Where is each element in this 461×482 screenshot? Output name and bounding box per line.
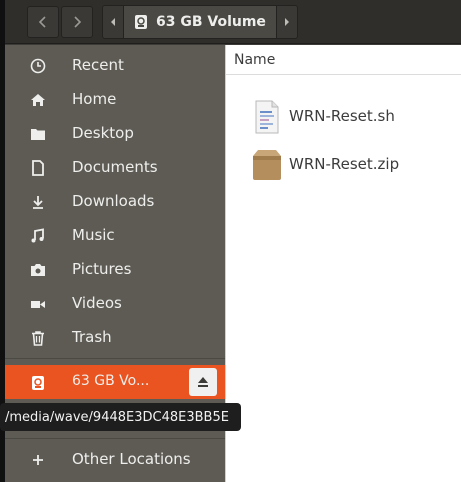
volume-path-tooltip: /media/wave/9448E3DC48E3BB5E xyxy=(0,403,241,431)
sidebar-item-label: Pictures xyxy=(72,260,132,278)
sidebar-item-home[interactable]: Home xyxy=(5,82,225,116)
file-name: WRN-Reset.zip xyxy=(289,155,400,173)
path-crumb-label: 63 GB Volume xyxy=(156,14,266,30)
music-icon xyxy=(29,227,47,245)
download-icon xyxy=(29,193,47,211)
sidebar-item-label: Home xyxy=(72,90,117,108)
plus-icon xyxy=(29,451,47,469)
path-bar: 63 GB Volume xyxy=(102,5,298,39)
camera-icon xyxy=(29,261,47,279)
sidebar-item-label: Videos xyxy=(72,294,122,312)
folder-icon xyxy=(29,125,47,143)
sidebar-item-label: Downloads xyxy=(72,192,155,210)
eject-icon xyxy=(198,377,208,387)
file-row[interactable]: WRN-Reset.zip xyxy=(226,143,461,187)
script-file-icon xyxy=(250,99,284,135)
back-button[interactable] xyxy=(27,6,59,38)
column-header-name[interactable]: Name xyxy=(226,45,461,75)
sidebar-item-label: Recent xyxy=(72,56,124,74)
chevron-left-icon xyxy=(38,16,46,28)
sidebar-item-recent[interactable]: Recent xyxy=(5,48,225,82)
clock-icon xyxy=(29,57,47,75)
triangle-left-icon xyxy=(111,18,115,26)
file-list: Name WRN-Reset.sh WRN-Reset.zip xyxy=(225,45,461,482)
file-name: WRN-Reset.sh xyxy=(289,107,395,125)
sidebar-separator xyxy=(5,358,225,359)
path-scroll-right-button[interactable] xyxy=(276,5,298,39)
sidebar-item-pictures[interactable]: Pictures xyxy=(5,252,225,286)
trash-icon xyxy=(29,329,47,347)
sidebar-item-volume[interactable]: 63 GB Vo... xyxy=(5,365,225,399)
sidebar-item-desktop[interactable]: Desktop xyxy=(5,116,225,150)
sidebar-item-label: Documents xyxy=(72,158,158,176)
sidebar-item-label: Other Locations xyxy=(72,450,191,468)
video-icon xyxy=(29,295,47,313)
sidebar-item-videos[interactable]: Videos xyxy=(5,286,225,320)
forward-button[interactable] xyxy=(61,6,93,38)
document-icon xyxy=(29,159,47,177)
chevron-right-icon xyxy=(74,16,82,28)
sidebar-item-music[interactable]: Music xyxy=(5,218,225,252)
path-scroll-left-button[interactable] xyxy=(102,5,124,39)
sidebar-item-downloads[interactable]: Downloads xyxy=(5,184,225,218)
triangle-right-icon xyxy=(285,18,289,26)
path-crumb-volume[interactable]: 63 GB Volume xyxy=(124,5,276,39)
sidebar-item-trash[interactable]: Trash xyxy=(5,320,225,354)
home-icon xyxy=(29,91,47,109)
file-row[interactable]: WRN-Reset.sh xyxy=(226,95,461,139)
sidebar-item-label: Desktop xyxy=(72,124,134,142)
sidebar-item-label: 63 GB Vo... xyxy=(72,373,150,389)
sidebar-item-documents[interactable]: Documents xyxy=(5,150,225,184)
archive-file-icon xyxy=(250,147,284,183)
sidebar-item-label: Music xyxy=(72,226,115,244)
header-bar: 63 GB Volume xyxy=(5,0,461,44)
drive-icon xyxy=(135,15,147,29)
sidebar-separator xyxy=(5,438,225,439)
sidebar-item-other-locations[interactable]: Other Locations xyxy=(5,442,225,476)
sidebar-item-label: Trash xyxy=(72,328,112,346)
drive-icon xyxy=(29,374,47,392)
eject-button[interactable] xyxy=(189,368,217,396)
